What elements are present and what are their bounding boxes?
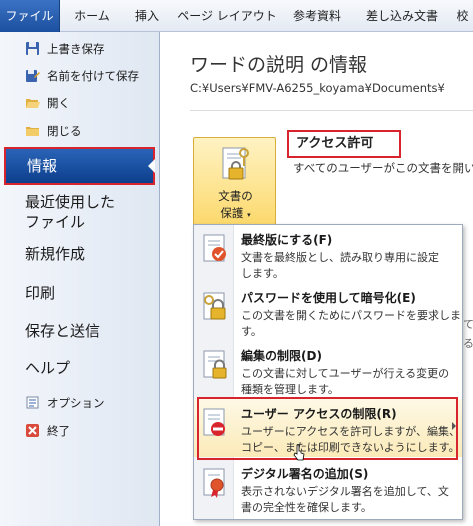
menu-item-title: デジタル署名の追加(S) bbox=[241, 467, 369, 481]
save-command[interactable]: 上書き保存 bbox=[0, 36, 158, 62]
page-title: ワードの説明 の情報 bbox=[190, 54, 368, 76]
nav-print[interactable]: 印刷 bbox=[0, 283, 158, 304]
backstage-nav: 上書き保存 名前を付けて保存 開く 閉じる 情報 最近使用した ファイル 新規作… bbox=[0, 32, 160, 526]
open-command[interactable]: 開く bbox=[0, 90, 158, 116]
nav-help[interactable]: ヘルプ bbox=[0, 358, 158, 379]
tab-page-layout[interactable]: ページ レイアウト bbox=[174, 0, 280, 32]
ribbon-tab-bar: ファイル ホーム 挿入 ページ レイアウト 参考資料 差し込み文書 校 bbox=[0, 0, 473, 32]
hidden-text-fragment-2: る bbox=[463, 337, 473, 350]
tab-home[interactable]: ホーム bbox=[64, 0, 120, 32]
close-folder-icon bbox=[26, 127, 39, 136]
document-path: C:¥Users¥FMV-A6255_koyama¥Documents¥ bbox=[190, 81, 445, 95]
menu-item-desc: 文書を最終版とし、読み取り専用に設定 bbox=[241, 251, 439, 264]
encrypt-key-icon bbox=[203, 292, 226, 320]
digital-signature-icon bbox=[203, 468, 225, 498]
menu-item-encrypt[interactable]: パスワードを使用して暗号化(E) この文書を開くためにパスワードを要求しま す。 bbox=[194, 283, 462, 341]
save-as-icon bbox=[26, 70, 40, 82]
hidden-text-fragment-1: て bbox=[463, 318, 473, 331]
protect-button-label-1: 文書の bbox=[218, 189, 253, 203]
menu-item-desc: 書の完全性を確保します。 bbox=[241, 501, 372, 514]
tab-file[interactable]: ファイル bbox=[0, 0, 60, 32]
open-folder-icon bbox=[26, 99, 40, 108]
menu-item-title: 最終版にする(F) bbox=[241, 233, 333, 247]
key-lock-icon bbox=[222, 147, 249, 180]
options-command[interactable]: オプション bbox=[0, 390, 158, 416]
menu-item-desc: します。 bbox=[241, 267, 284, 280]
nav-recent-line2[interactable]: ファイル bbox=[0, 212, 158, 233]
exit-command[interactable]: 終了 bbox=[0, 418, 158, 444]
tab-review[interactable]: 校 bbox=[452, 0, 473, 32]
nav-new[interactable]: 新規作成 bbox=[0, 244, 158, 265]
restrict-editing-icon bbox=[203, 350, 227, 379]
menu-item-desc: 表示されないデジタル署名を追加して、文 bbox=[241, 485, 449, 498]
menu-item-desc: この文書に対してユーザーが行える変更の bbox=[241, 367, 450, 380]
save-icon bbox=[26, 42, 39, 55]
options-icon bbox=[26, 396, 39, 409]
tab-references[interactable]: 参考資料 bbox=[283, 0, 351, 32]
save-as-label: 名前を付けて保存 bbox=[47, 69, 139, 83]
tab-insert[interactable]: 挿入 bbox=[123, 0, 171, 32]
exit-label: 終了 bbox=[47, 424, 70, 438]
nav-save-send[interactable]: 保存と送信 bbox=[0, 321, 158, 342]
protect-document-menu: 最終版にする(F) 文書を最終版とし、読み取り専用に設定 します。 パスワードを… bbox=[193, 224, 463, 520]
highlight-box bbox=[197, 397, 458, 460]
menu-item-title: パスワードを使用して暗号化(E) bbox=[241, 291, 416, 305]
hand-cursor-icon bbox=[293, 444, 305, 461]
dropdown-caret-icon: ▾ bbox=[247, 211, 251, 219]
active-pointer-icon bbox=[148, 159, 155, 173]
mark-final-icon bbox=[203, 234, 226, 262]
menu-item-digital-signature[interactable]: デジタル署名の追加(S) 表示されないデジタル署名を追加して、文 書の完全性を確… bbox=[194, 459, 462, 517]
exit-icon bbox=[26, 424, 39, 437]
save-as-command[interactable]: 名前を付けて保存 bbox=[0, 63, 158, 89]
permissions-description: すべてのユーザーがこの文書を開い bbox=[293, 161, 473, 175]
permissions-heading: アクセス許可 bbox=[287, 130, 401, 158]
save-label: 上書き保存 bbox=[47, 42, 105, 56]
nav-info[interactable]: 情報 bbox=[4, 147, 155, 185]
open-label: 開く bbox=[47, 96, 70, 110]
nav-recent-line1[interactable]: 最近使用した bbox=[0, 192, 158, 213]
menu-item-mark-final[interactable]: 最終版にする(F) 文書を最終版とし、読み取り専用に設定 します。 bbox=[194, 225, 462, 283]
protect-button-label-2: 保護 ▾ bbox=[220, 206, 251, 220]
menu-item-desc: す。 bbox=[241, 325, 262, 338]
divider bbox=[190, 110, 473, 111]
tab-mailings[interactable]: 差し込み文書 bbox=[355, 0, 449, 32]
options-label: オプション bbox=[47, 396, 105, 410]
nav-info-label: 情報 bbox=[27, 156, 58, 175]
menu-item-title: 編集の制限(D) bbox=[241, 349, 322, 363]
protect-document-button[interactable]: 文書の 保護 ▾ bbox=[193, 137, 276, 225]
close-label: 閉じる bbox=[47, 124, 82, 138]
menu-item-restrict-editing[interactable]: 編集の制限(D) この文書に対してユーザーが行える変更の 種類を管理します。 bbox=[194, 341, 462, 399]
close-command[interactable]: 閉じる bbox=[0, 118, 158, 144]
menu-item-desc: 種類を管理します。 bbox=[241, 383, 339, 396]
menu-item-desc: この文書を開くためにパスワードを要求しま bbox=[241, 309, 461, 322]
